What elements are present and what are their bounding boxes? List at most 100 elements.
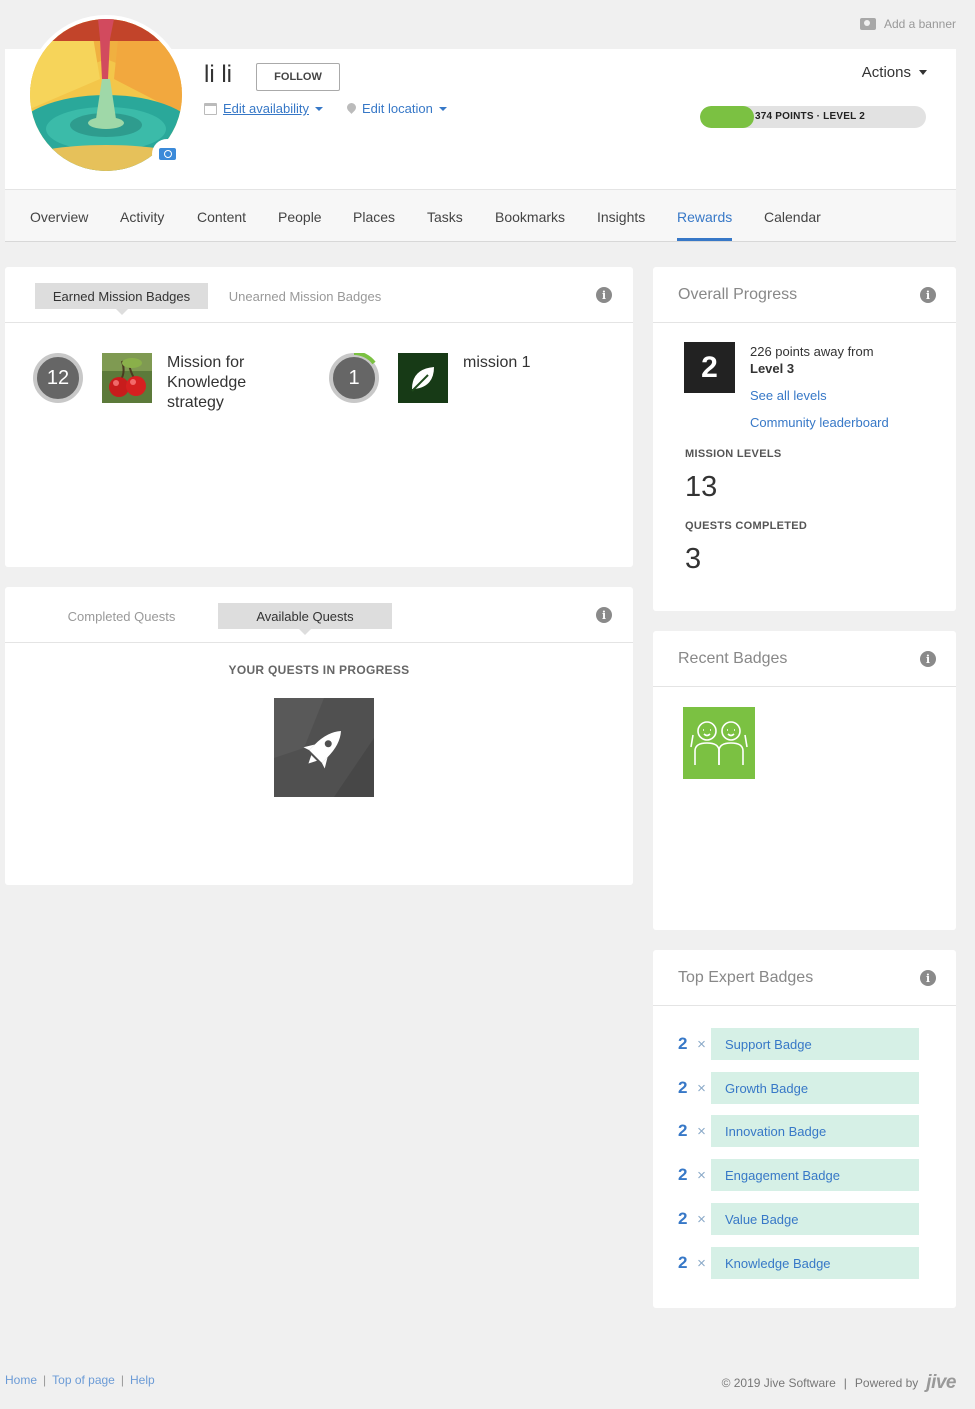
camera-icon <box>158 148 176 160</box>
info-icon[interactable]: i <box>596 607 612 623</box>
footer-links: Home | Top of page | Help <box>5 1373 155 1387</box>
tab-overview[interactable]: Overview <box>30 209 88 225</box>
mission-badge-title[interactable]: Mission for Knowledge strategy <box>167 353 287 413</box>
expert-badge-row: 2 × Growth Badge <box>678 1072 919 1104</box>
points-progress-fill <box>700 106 755 128</box>
follow-button[interactable]: FOLLOW <box>256 63 340 91</box>
info-icon[interactable]: i <box>920 970 936 986</box>
leaf-icon[interactable] <box>398 353 448 403</box>
times-icon: × <box>697 1254 706 1272</box>
footer-separator: | <box>120 1373 124 1387</box>
avatar[interactable] <box>26 15 186 175</box>
camera-icon <box>859 18 876 30</box>
quests-completed-label: QUESTS COMPLETED <box>685 520 808 532</box>
info-icon[interactable]: i <box>596 287 612 303</box>
tab-completed-quests[interactable]: Completed Quests <box>35 603 208 629</box>
tab-insights[interactable]: Insights <box>597 209 645 225</box>
tab-content[interactable]: Content <box>197 209 246 225</box>
expert-badge-count: 2 <box>678 1253 688 1272</box>
expert-badge-tag[interactable]: Innovation Badge <box>711 1115 919 1147</box>
mission-badge-count: 12 <box>33 353 83 403</box>
top-expert-badges-header: Top Expert Badges i <box>653 950 956 1006</box>
community-leaderboard-link[interactable]: Community leaderboard <box>750 415 889 430</box>
overall-progress-header: Overall Progress i <box>653 267 956 323</box>
chevron-down-icon <box>315 106 323 111</box>
expert-badge-count: 2 <box>678 1165 688 1184</box>
times-icon: × <box>697 1035 706 1053</box>
tab-people[interactable]: People <box>278 209 322 225</box>
jive-logo[interactable]: jive <box>926 1372 956 1394</box>
mission-levels-label: MISSION LEVELS <box>685 448 782 460</box>
recent-badges-card: Recent Badges i <box>653 631 956 930</box>
tab-available-quests[interactable]: Available Quests <box>218 603 392 635</box>
quests-header: Completed Quests Available Quests i <box>5 587 633 643</box>
cherry-icon[interactable] <box>102 353 152 403</box>
expert-badge-row: 2 × Knowledge Badge <box>678 1247 919 1279</box>
points-away-text: 226 points away from <box>750 344 874 359</box>
tab-unearned-mission-badges[interactable]: Unearned Mission Badges <box>215 283 395 309</box>
footer-top-of-page-link[interactable]: Top of page <box>52 1373 115 1387</box>
overall-progress-title: Overall Progress <box>678 286 798 303</box>
tab-earned-mission-badges[interactable]: Earned Mission Badges <box>35 283 208 315</box>
level-number: 2 <box>701 350 718 384</box>
points-level-text: 374 POINTS · LEVEL 2 <box>755 111 865 122</box>
change-photo-button[interactable] <box>152 139 182 169</box>
quests-card: Completed Quests Available Quests i YOUR… <box>5 587 633 885</box>
footer-powered-by: Powered by <box>854 1376 919 1390</box>
add-banner-label: Add a banner <box>883 17 956 31</box>
tab-calendar[interactable]: Calendar <box>764 209 821 225</box>
mission-badge-count: 1 <box>329 353 379 403</box>
tab-tasks[interactable]: Tasks <box>427 209 463 225</box>
chevron-down-icon <box>438 106 447 111</box>
actions-menu[interactable]: Actions <box>862 64 927 81</box>
expert-badge-tag[interactable]: Value Badge <box>711 1203 919 1235</box>
expert-badge-tag[interactable]: Support Badge <box>711 1028 919 1060</box>
points-progress-bar: 374 POINTS · LEVEL 2 <box>700 106 926 128</box>
edit-availability-link[interactable]: Edit availability <box>204 101 323 116</box>
expert-badge-count: 2 <box>678 1078 688 1097</box>
expert-badge-row: 2 × Value Badge <box>678 1203 919 1235</box>
footer-home-link[interactable]: Home <box>5 1373 37 1387</box>
recent-badges-header: Recent Badges i <box>653 631 956 687</box>
profile-name: li li <box>204 61 232 88</box>
see-all-levels-link[interactable]: See all levels <box>750 388 827 403</box>
times-icon: × <box>697 1122 706 1140</box>
level-badge: 2 <box>684 342 735 393</box>
expert-badge-tag[interactable]: Engagement Badge <box>711 1159 919 1191</box>
tab-activity[interactable]: Activity <box>120 209 164 225</box>
expert-badge-count: 2 <box>678 1034 688 1053</box>
expert-badge-tag[interactable]: Growth Badge <box>711 1072 919 1104</box>
mission-badges-header: Earned Mission Badges Unearned Mission B… <box>5 267 633 323</box>
times-icon: × <box>697 1079 706 1097</box>
actions-label: Actions <box>861 64 911 81</box>
expert-badge-row: 2 × Support Badge <box>678 1028 919 1060</box>
chevron-down-icon <box>919 70 927 75</box>
rocket-icon[interactable] <box>274 698 374 797</box>
footer-copyright: © 2019 Jive Software <box>721 1376 836 1390</box>
times-icon: × <box>697 1166 706 1184</box>
footer-separator: | <box>843 1376 847 1390</box>
mission-badge-title[interactable]: mission 1 <box>463 353 531 373</box>
calendar-icon <box>204 102 217 115</box>
add-banner-button[interactable]: Add a banner <box>859 17 956 31</box>
edit-location-label: Edit location <box>362 101 433 116</box>
info-icon[interactable]: i <box>920 287 936 303</box>
top-expert-badges-title: Top Expert Badges <box>678 969 814 986</box>
edit-location-link[interactable]: Edit location <box>347 101 447 116</box>
info-icon[interactable]: i <box>920 651 936 667</box>
quests-in-progress-heading: YOUR QUESTS IN PROGRESS <box>228 663 410 677</box>
mission-levels-value: 13 <box>685 471 718 503</box>
tab-rewards[interactable]: Rewards <box>677 209 733 241</box>
quests-completed-value: 3 <box>685 543 702 575</box>
footer-help-link[interactable]: Help <box>130 1373 155 1387</box>
expert-badge-tag[interactable]: Knowledge Badge <box>711 1247 919 1279</box>
top-expert-badges-card: Top Expert Badges i 2 × Support Badge 2 … <box>653 950 956 1308</box>
tab-places[interactable]: Places <box>353 209 395 225</box>
location-pin-icon <box>347 103 356 115</box>
times-icon: × <box>697 1210 706 1228</box>
expert-badge-row: 2 × Innovation Badge <box>678 1115 919 1147</box>
tab-bookmarks[interactable]: Bookmarks <box>495 209 565 225</box>
expert-badge-count: 2 <box>678 1209 688 1228</box>
two-people-icon[interactable] <box>683 707 755 779</box>
mission-badges-card: Earned Mission Badges Unearned Mission B… <box>5 267 633 567</box>
